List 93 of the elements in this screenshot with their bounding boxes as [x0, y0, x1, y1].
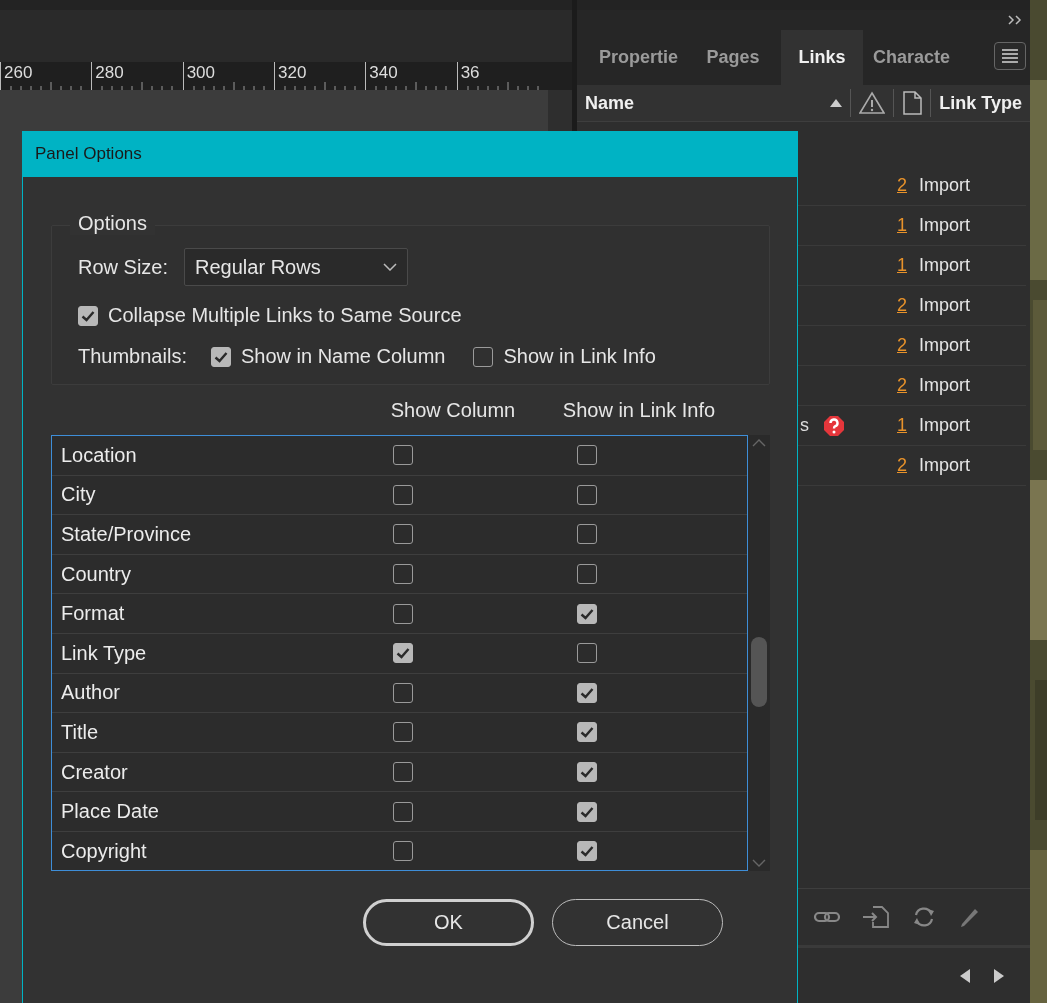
dialog-button[interactable]: OK	[363, 899, 534, 946]
checkbox[interactable]	[392, 801, 413, 822]
checkbox[interactable]	[577, 762, 598, 783]
list-item: Format	[61, 602, 126, 626]
menu-icon[interactable]	[1001, 49, 1019, 63]
checkbox-label: Show in Name Column	[240, 345, 446, 368]
checkbox[interactable]	[577, 603, 598, 624]
scrollbar[interactable]	[748, 435, 770, 871]
menu-button[interactable]	[994, 42, 1026, 70]
ruler-label: 320	[277, 63, 307, 82]
link-type: Import	[919, 215, 970, 236]
link-count[interactable]: 2	[877, 295, 907, 316]
field-label: Thumbnails:	[78, 345, 187, 368]
link-icon[interactable]	[814, 910, 840, 924]
group-title: Options	[70, 212, 155, 235]
next-icon[interactable]	[994, 968, 1004, 983]
column-header: Show in Link Info	[561, 398, 717, 422]
panel-tab[interactable]: Links	[781, 30, 863, 85]
checkbox-label: Show in Link Info	[503, 345, 656, 368]
ruler-label: 280	[94, 63, 124, 82]
link-type: Import	[919, 295, 970, 316]
link-type: Import	[919, 175, 970, 196]
checkbox[interactable]	[577, 484, 598, 505]
checkbox[interactable]	[392, 564, 413, 585]
list-item: Author	[61, 681, 121, 705]
scroll-thumb[interactable]	[751, 637, 767, 707]
checkbox[interactable]	[392, 762, 413, 783]
link-type: Import	[919, 415, 970, 436]
link-type: Import	[919, 335, 970, 356]
list-item: Title	[61, 720, 100, 744]
checkbox[interactable]	[577, 801, 598, 822]
checkbox[interactable]	[392, 841, 413, 862]
checkbox[interactable]	[392, 643, 413, 664]
checkbox[interactable]	[392, 524, 413, 545]
link-count[interactable]: 2	[877, 375, 907, 396]
column-header[interactable]: Name	[585, 92, 823, 114]
link-count[interactable]: 1	[877, 415, 907, 436]
column-header[interactable]: Link Type	[939, 92, 1022, 114]
checkbox[interactable]	[473, 346, 494, 367]
checkbox[interactable]	[577, 524, 598, 545]
checkbox[interactable]	[577, 564, 598, 585]
checkbox[interactable]	[78, 305, 98, 326]
checkbox[interactable]	[392, 484, 413, 505]
list-item: Creator	[61, 760, 129, 784]
scroll-up-icon[interactable]	[752, 439, 766, 447]
checkbox[interactable]	[210, 346, 231, 367]
row-size-dropdown[interactable]: Regular Rows	[184, 248, 409, 286]
list-item: Location	[61, 443, 138, 467]
checkbox[interactable]	[577, 722, 598, 743]
list-item: State/Province	[61, 523, 193, 546]
list-item: Place Date	[61, 800, 160, 824]
checkbox[interactable]	[577, 841, 598, 862]
link-type: Import	[919, 255, 970, 276]
dialog-title: Panel Options	[23, 131, 797, 177]
checkbox-label: Collapse Multiple Links to Same Source	[108, 304, 462, 327]
checkbox[interactable]	[392, 603, 413, 624]
link-type: Import	[919, 375, 970, 396]
list-item: Copyright	[61, 839, 148, 863]
column-header: Show Column	[389, 398, 517, 422]
field-label: Row Size:	[78, 255, 169, 279]
link-count[interactable]: 1	[877, 215, 907, 236]
checkbox[interactable]	[577, 643, 598, 664]
scroll-down-icon[interactable]	[752, 859, 766, 867]
ruler-label: 340	[368, 63, 398, 82]
list-item: Link Type	[61, 641, 148, 665]
panel-tab[interactable]: Characte	[863, 30, 959, 85]
sort-arrow-icon[interactable]	[830, 99, 843, 107]
refresh-icon[interactable]	[912, 906, 936, 928]
checkbox[interactable]	[392, 445, 413, 466]
warning-icon[interactable]	[859, 91, 886, 115]
page-icon[interactable]	[902, 91, 923, 115]
place-file-icon[interactable]	[862, 906, 890, 928]
link-count[interactable]: 2	[877, 455, 907, 476]
collapse-icon[interactable]	[1008, 15, 1022, 25]
link-count[interactable]: 2	[877, 335, 907, 356]
list-item: City	[61, 483, 97, 507]
panel-tab[interactable]: Pages	[685, 30, 781, 85]
link-name: s	[800, 415, 809, 435]
ruler-label: 300	[185, 63, 216, 82]
ruler-label: 36	[459, 63, 480, 82]
link-count[interactable]: 1	[877, 255, 907, 276]
link-type: Import	[919, 455, 970, 476]
checkbox[interactable]	[577, 445, 598, 466]
checkbox[interactable]	[392, 682, 413, 703]
pencil-icon[interactable]	[958, 906, 980, 928]
link-count[interactable]: 2	[877, 175, 907, 196]
list-item: Country	[61, 562, 133, 586]
checkbox[interactable]	[577, 682, 598, 703]
ruler-label: 260	[3, 63, 33, 82]
panel-tab[interactable]: Propertie	[589, 30, 685, 85]
checkbox[interactable]	[392, 722, 413, 743]
previous-icon[interactable]	[960, 968, 970, 983]
caret-icon[interactable]	[383, 263, 398, 271]
